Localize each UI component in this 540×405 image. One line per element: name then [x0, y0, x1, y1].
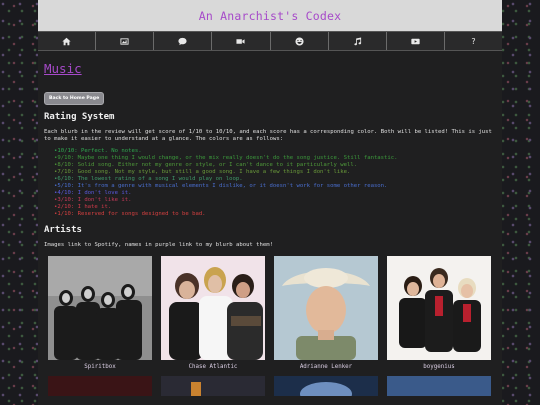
smiley-icon: [295, 36, 304, 46]
artist-card: Spiritbox: [48, 256, 152, 376]
back-to-home-button[interactable]: Back to Home Page: [44, 92, 105, 105]
page-container: An Anarchist's Codex ? Music Back to Hom…: [38, 0, 502, 405]
artists-heading: Artists: [44, 225, 82, 235]
artist-photo-partial[interactable]: [387, 376, 491, 396]
artist-name-link[interactable]: Adrianne Lenker: [300, 364, 352, 370]
home-icon: [62, 37, 71, 45]
rating-item: 10/10: Perfect. No notes.: [54, 148, 496, 155]
artist-photo-chase-atlantic[interactable]: [161, 256, 265, 360]
navbar: ?: [38, 31, 502, 51]
artist-name-link[interactable]: Spiritbox: [84, 364, 115, 370]
youtube-icon: [411, 38, 420, 44]
music-icon: [354, 37, 361, 45]
artist-name-link[interactable]: Chase Atlantic: [189, 364, 238, 370]
rating-heading: Rating System: [44, 112, 115, 122]
artist-photo-partial[interactable]: [274, 376, 378, 396]
artist-photo-adrianne-lenker[interactable]: [274, 256, 378, 360]
rating-item: 9/10: Maybe one thing I would change, or…: [54, 155, 496, 162]
nav-home-button[interactable]: [38, 32, 97, 50]
nav-youtube-button[interactable]: [387, 32, 445, 50]
artist-card: boygenius: [387, 256, 491, 376]
question-icon: ?: [471, 36, 476, 46]
artist-photo-partial[interactable]: [161, 376, 265, 396]
artist-photo-partial[interactable]: [48, 376, 152, 396]
rating-list: 10/10: Perfect. No notes. 9/10: Maybe on…: [44, 148, 496, 218]
rating-item: 7/10: Good song. Not my style, but still…: [54, 169, 496, 176]
rating-item: 1/10: Reserved for songs designed to be …: [54, 211, 496, 218]
artists-intro: Images link to Spotify, names in purple …: [44, 242, 274, 248]
site-header: An Anarchist's Codex: [38, 0, 502, 31]
site-title: An Anarchist's Codex: [198, 8, 342, 23]
artist-card: Chase Atlantic: [161, 256, 265, 376]
nav-gallery-button[interactable]: [96, 32, 155, 50]
rating-item: 2/10: I hate it.: [54, 204, 496, 211]
artist-card: Adrianne Lenker: [274, 256, 378, 376]
image-icon: [120, 37, 129, 45]
artist-name-link[interactable]: boygenius: [423, 364, 454, 370]
artist-grid: Spiritbox Chase Atlantic Adrianne Lenker…: [44, 256, 496, 376]
nav-chat-button[interactable]: [154, 32, 213, 50]
main-content: Music Back to Home Page Rating System Ea…: [38, 51, 502, 396]
rating-item: 6/10: The lowest rating of a song I woul…: [54, 176, 496, 183]
rating-item: 8/10: Solid song. Either not my genre or…: [54, 162, 496, 169]
nav-help-button[interactable]: ?: [445, 32, 502, 50]
rating-intro: Each blurb in the review will get score …: [44, 129, 492, 142]
nav-music-button[interactable]: [329, 32, 387, 50]
nav-smiley-button[interactable]: [271, 32, 329, 50]
page-title[interactable]: Music: [44, 61, 496, 76]
chat-icon: [178, 37, 187, 45]
rating-item: 3/10: I don't like it.: [54, 197, 496, 204]
nav-video-button[interactable]: [212, 32, 271, 50]
artist-photo-spiritbox[interactable]: [48, 256, 152, 360]
artist-grid-next-row: [44, 376, 496, 396]
rating-item: 5/10: It's from a genre with musical ele…: [54, 183, 496, 190]
video-icon: [236, 38, 245, 44]
rating-item: 4/10: I don't love it.: [54, 190, 496, 197]
artist-photo-boygenius[interactable]: [387, 256, 491, 360]
